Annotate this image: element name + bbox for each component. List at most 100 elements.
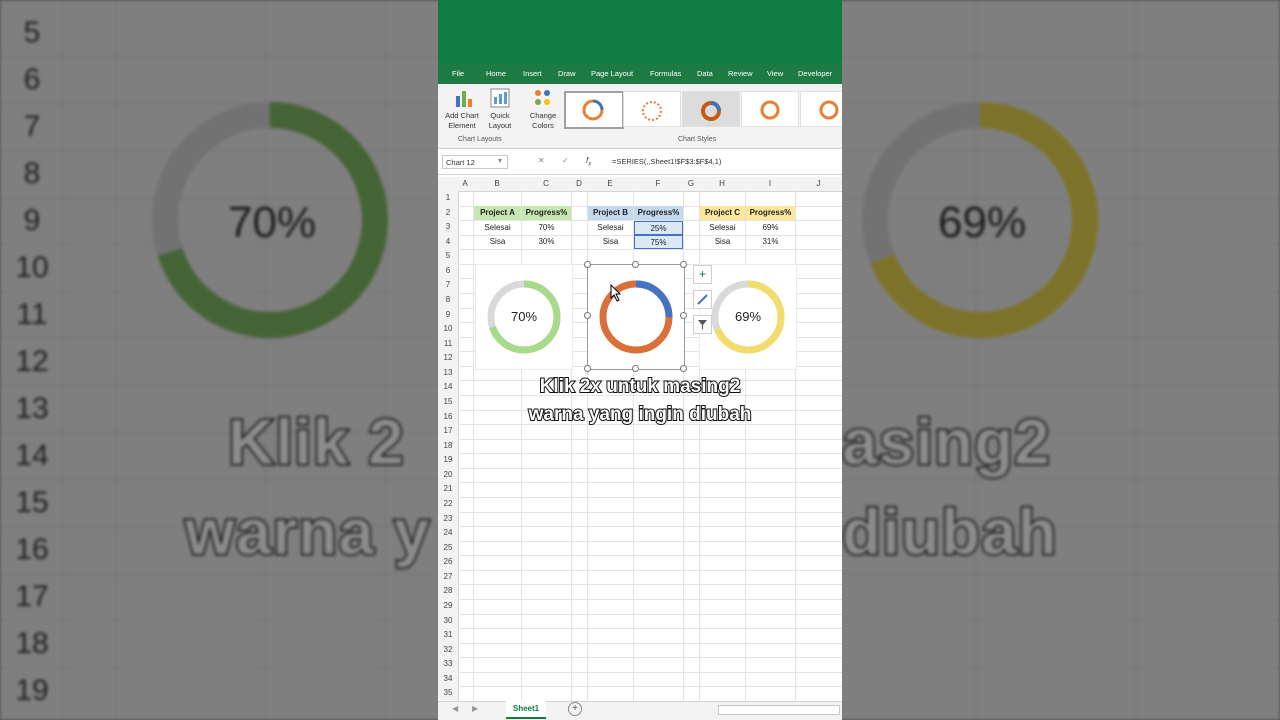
row-header-32[interactable]: 32 — [438, 645, 458, 654]
row-header-13[interactable]: 13 — [438, 368, 458, 377]
col-header-j[interactable]: J — [795, 179, 842, 188]
col-header-e[interactable]: E — [587, 179, 633, 188]
table-c-cell[interactable]: Sisa — [700, 235, 745, 249]
row-header-4[interactable]: 4 — [438, 237, 458, 246]
table-b-cell[interactable]: Sisa — [588, 235, 633, 249]
add-chart-element-button[interactable]: Add Chart Element — [442, 88, 482, 134]
row-header-23[interactable]: 23 — [438, 514, 458, 523]
row-header-5[interactable]: 5 — [438, 251, 458, 260]
row-header-28[interactable]: 28 — [438, 586, 458, 595]
row-header-31[interactable]: 31 — [438, 630, 458, 639]
chart-style-5[interactable] — [800, 91, 842, 127]
row-header-21[interactable]: 21 — [438, 484, 458, 493]
row-header-12[interactable]: 12 — [438, 353, 458, 362]
table-c-cell[interactable]: 69% — [746, 221, 795, 235]
menu-home[interactable]: Home — [486, 69, 506, 78]
menu-insert[interactable]: Insert — [523, 69, 542, 78]
table-b-header-project[interactable]: Project B — [588, 206, 633, 220]
menu-file[interactable]: File — [452, 69, 464, 78]
row-header-2[interactable]: 2 — [438, 208, 458, 217]
row-header-30[interactable]: 30 — [438, 616, 458, 625]
chevron-down-icon[interactable]: ▾ — [498, 156, 502, 165]
table-a-cell[interactable]: 30% — [522, 235, 571, 249]
table-b-cell-selected[interactable]: 25% — [634, 221, 683, 235]
menu-data[interactable]: Data — [697, 69, 713, 78]
row-header-10[interactable]: 10 — [438, 324, 458, 333]
col-header-c[interactable]: C — [521, 179, 571, 188]
row-header-8[interactable]: 8 — [438, 295, 458, 304]
row-header-3[interactable]: 3 — [438, 222, 458, 231]
col-header-b[interactable]: B — [473, 179, 521, 188]
menu-developer[interactable]: Developer — [798, 69, 832, 78]
resize-handle[interactable] — [584, 261, 591, 268]
row-header-9[interactable]: 9 — [438, 310, 458, 319]
row-header-14[interactable]: 14 — [438, 382, 458, 391]
chart-filters-button[interactable] — [693, 315, 712, 334]
resize-handle[interactable] — [632, 365, 639, 372]
row-header-16[interactable]: 16 — [438, 412, 458, 421]
chart-style-2[interactable] — [623, 91, 681, 127]
sheet-tab-sheet1[interactable]: Sheet1 — [506, 701, 546, 719]
row-header-35[interactable]: 35 — [438, 688, 458, 697]
row-header-34[interactable]: 34 — [438, 674, 458, 683]
table-c-cell[interactable]: 31% — [746, 235, 795, 249]
fx-icon[interactable]: fx — [586, 156, 591, 168]
menu-page-layout[interactable]: Page Layout — [591, 69, 633, 78]
donut-chart-b-selected[interactable] — [587, 264, 685, 370]
row-header-6[interactable]: 6 — [438, 266, 458, 275]
cancel-icon[interactable]: ✕ — [538, 156, 545, 165]
chart-styles-button[interactable] — [693, 290, 712, 309]
table-b-cell[interactable]: Selesai — [588, 221, 633, 235]
quick-layout-button[interactable]: Quick Layout — [484, 88, 516, 134]
resize-handle[interactable] — [584, 365, 591, 372]
menu-review[interactable]: Review — [728, 69, 753, 78]
row-header-24[interactable]: 24 — [438, 528, 458, 537]
row-header-22[interactable]: 22 — [438, 499, 458, 508]
row-header-27[interactable]: 27 — [438, 572, 458, 581]
resize-handle[interactable] — [632, 261, 639, 268]
resize-handle[interactable] — [680, 312, 687, 319]
add-sheet-icon[interactable]: + — [568, 702, 582, 716]
col-header-h[interactable]: H — [699, 179, 745, 188]
row-header-19[interactable]: 19 — [438, 455, 458, 464]
resize-handle[interactable] — [680, 261, 687, 268]
col-header-f[interactable]: F — [633, 179, 683, 188]
row-header-1[interactable]: 1 — [438, 193, 458, 202]
row-header-25[interactable]: 25 — [438, 543, 458, 552]
chart-elements-button[interactable]: + — [693, 265, 712, 284]
row-header-17[interactable]: 17 — [438, 426, 458, 435]
row-header-7[interactable]: 7 — [438, 280, 458, 289]
table-a-header-project[interactable]: Project A — [474, 206, 521, 220]
chart-style-4[interactable] — [741, 91, 799, 127]
row-header-33[interactable]: 33 — [438, 659, 458, 668]
table-c-header-progress[interactable]: Progress% — [746, 206, 795, 220]
change-colors-button[interactable]: Change Colors — [526, 88, 560, 134]
table-a-cell[interactable]: 70% — [522, 221, 571, 235]
donut-chart-a[interactable]: 70% — [475, 264, 573, 370]
table-c-cell[interactable]: Selesai — [700, 221, 745, 235]
col-header-g[interactable]: G — [683, 179, 699, 188]
prev-sheet-icon[interactable]: ◀ — [452, 704, 458, 713]
row-header-26[interactable]: 26 — [438, 557, 458, 566]
table-b-header-progress[interactable]: Progress% — [634, 206, 683, 220]
menu-formulas[interactable]: Formulas — [650, 69, 681, 78]
row-header-20[interactable]: 20 — [438, 470, 458, 479]
table-b-cell-selected[interactable]: 75% — [634, 235, 683, 249]
enter-icon[interactable]: ✓ — [562, 156, 569, 165]
horizontal-scrollbar[interactable] — [718, 705, 840, 715]
menu-draw[interactable]: Draw — [558, 69, 576, 78]
menu-view[interactable]: View — [767, 69, 783, 78]
row-header-29[interactable]: 29 — [438, 601, 458, 610]
resize-handle[interactable] — [680, 365, 687, 372]
col-header-a[interactable]: A — [458, 179, 472, 188]
resize-handle[interactable] — [584, 312, 591, 319]
table-a-cell[interactable]: Selesai — [474, 221, 521, 235]
table-a-header-progress[interactable]: Progress% — [522, 206, 571, 220]
chart-style-1[interactable] — [564, 91, 624, 129]
row-header-18[interactable]: 18 — [438, 441, 458, 450]
col-header-d[interactable]: D — [571, 179, 587, 188]
formula-input[interactable]: =SERIES(,,Sheet1!$F$3:$F$4,1) — [612, 157, 721, 166]
row-header-11[interactable]: 11 — [438, 339, 458, 348]
chart-style-3[interactable] — [682, 91, 740, 127]
row-header-15[interactable]: 15 — [438, 397, 458, 406]
